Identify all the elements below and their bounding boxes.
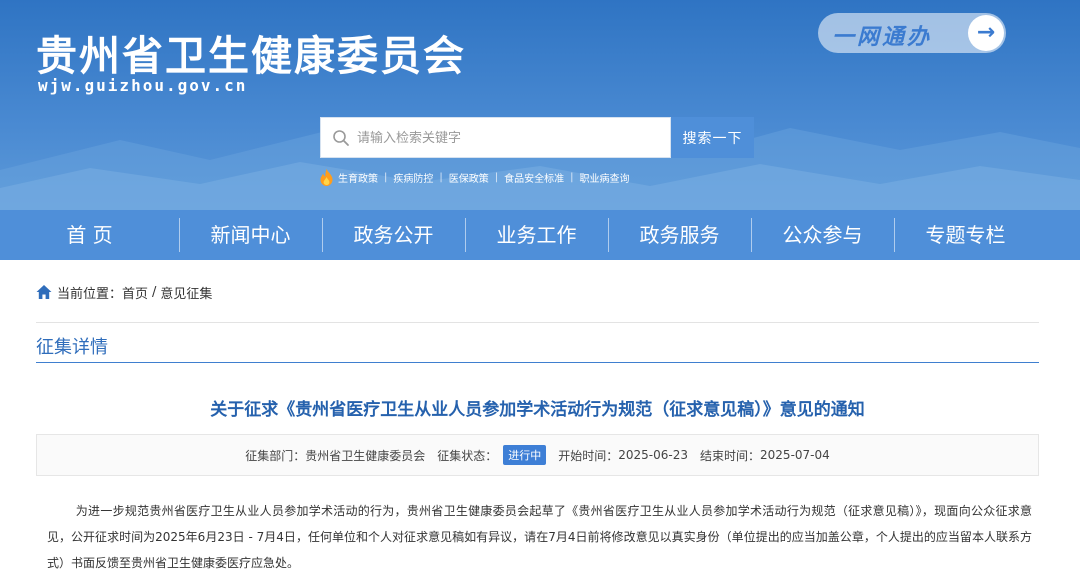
arrow-right-icon: → bbox=[968, 15, 1004, 51]
nav-item-special-topics[interactable]: 专题专栏 bbox=[894, 210, 1037, 260]
section-divider bbox=[36, 362, 1039, 363]
hot-link-food-safety-standards[interactable]: 食品安全标准 bbox=[504, 170, 564, 185]
search-button[interactable]: 搜索一下 bbox=[671, 117, 754, 158]
article-title: 关于征求《贵州省医疗卫生从业人员参加学术活动行为规范（征求意见稿）》意见的通知 bbox=[210, 400, 865, 420]
nav-item-business-work[interactable]: 业务工作 bbox=[465, 210, 608, 260]
search-box bbox=[320, 117, 671, 159]
nav-item-home[interactable]: 首 页 bbox=[0, 210, 179, 260]
home-icon bbox=[36, 285, 52, 299]
nav-item-government-affairs[interactable]: 政务公开 bbox=[322, 210, 465, 260]
search-icon bbox=[333, 130, 349, 146]
hot-link-disease-control[interactable]: 疾病防控 bbox=[393, 170, 433, 185]
nav-item-public-participation[interactable]: 公众参与 bbox=[751, 210, 894, 260]
hot-link-separator: | bbox=[494, 171, 499, 183]
breadcrumb-current[interactable]: 意见征集 bbox=[160, 283, 212, 302]
main-nav: 首 页 新闻中心 政务公开 业务工作 政务服务 公众参与 专题专栏 bbox=[0, 210, 1080, 260]
breadcrumb-home-link[interactable]: 首页 bbox=[122, 283, 148, 302]
dept-value: 贵州省卫生健康委员会 bbox=[305, 448, 426, 463]
nav-item-news[interactable]: 新闻中心 bbox=[179, 210, 322, 260]
hot-link-separator: | bbox=[439, 171, 443, 183]
breadcrumb-prefix: 当前位置： bbox=[57, 286, 123, 302]
section-title: 征集详情 bbox=[36, 337, 108, 358]
start-time-label: 开始时间： bbox=[558, 448, 619, 463]
breadcrumb: 当前位置： 首页 / 意见征集 bbox=[36, 281, 212, 303]
hot-link-birth-policy[interactable]: 生育政策 bbox=[338, 170, 378, 185]
end-time-value: 2025-07-04 bbox=[760, 448, 830, 462]
hot-link-separator: | bbox=[384, 171, 388, 183]
site-title[interactable]: 贵州省卫生健康委员会 bbox=[36, 22, 466, 82]
divider bbox=[36, 322, 1039, 323]
article-body: 为进一步规范贵州省医疗卫生从业人员参加学术活动的行为，贵州省卫生健康委员会起草了… bbox=[47, 504, 1032, 570]
hot-link-occupational-disease[interactable]: 职业病查询 bbox=[580, 170, 630, 185]
status-label: 征集状态： bbox=[437, 448, 498, 463]
hot-links: 生育政策 | 疾病防控 | 医保政策 | 食品安全标准 | 职业病查询 bbox=[320, 167, 630, 187]
status-badge: 进行中 bbox=[503, 445, 547, 465]
nav-item-government-services[interactable]: 政务服务 bbox=[608, 210, 751, 260]
start-time-value: 2025-06-23 bbox=[618, 448, 689, 462]
hot-link-separator: | bbox=[570, 171, 574, 183]
search-input[interactable] bbox=[355, 118, 669, 159]
breadcrumb-separator: / bbox=[152, 284, 157, 300]
site-domain: wjw.guizhou.gov.cn bbox=[38, 76, 248, 95]
dept-label: 征集部门： bbox=[245, 448, 306, 463]
flame-icon bbox=[320, 168, 333, 186]
hot-link-medical-insurance[interactable]: 医保政策 bbox=[449, 170, 489, 185]
consultation-meta-bar: 征集部门： 贵州省卫生健康委员会 征集状态： 进行中 开始时间： 2025-06… bbox=[36, 434, 1039, 476]
one-net-label: 一网通办 bbox=[832, 25, 933, 50]
end-time-label: 结束时间： bbox=[700, 448, 761, 463]
one-net-service-button[interactable]: 一网通办 → bbox=[818, 13, 1006, 53]
